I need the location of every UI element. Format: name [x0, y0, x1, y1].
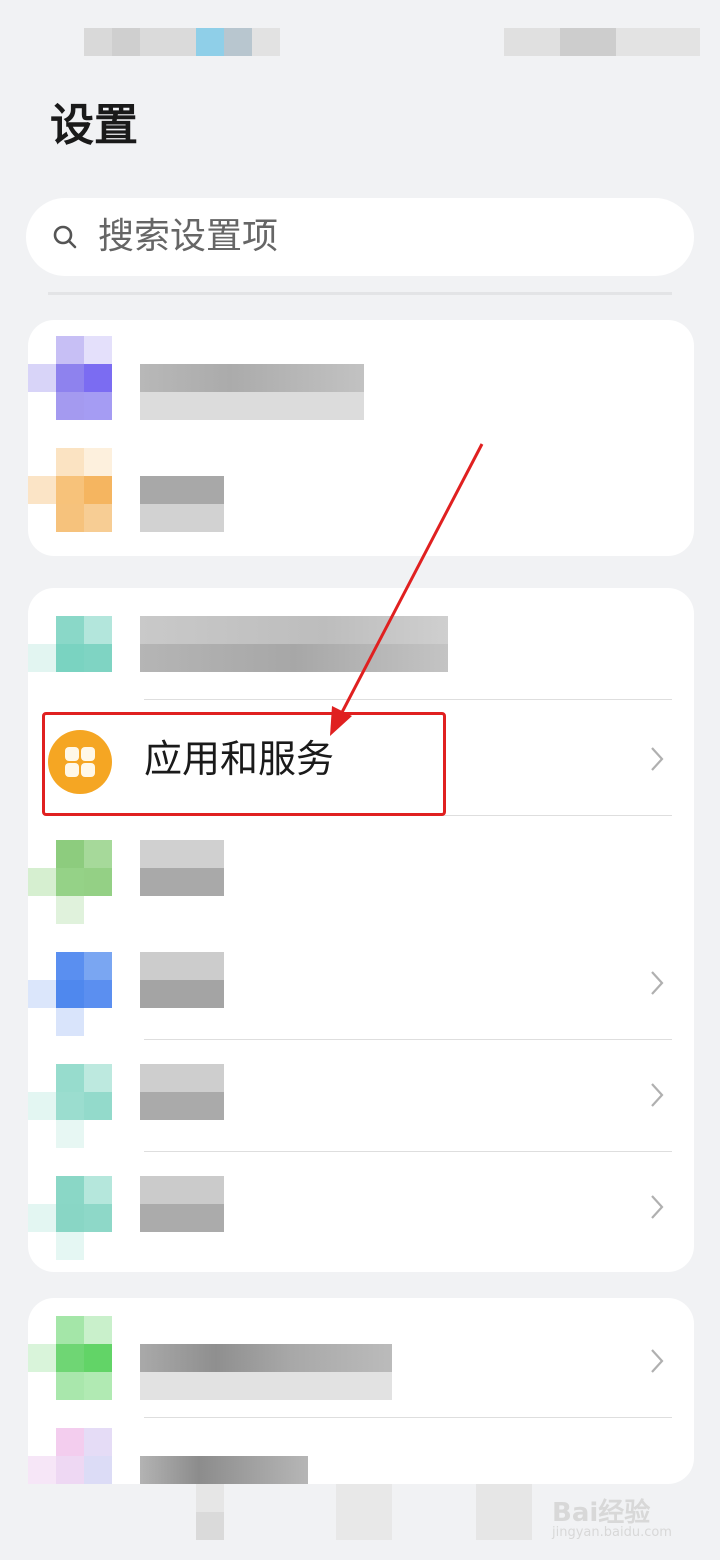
watermark: Bai经验 jingyan.baidu.com — [552, 1492, 672, 1540]
watermark-url: jingyan.baidu.com — [552, 1525, 672, 1540]
annotation-arrow — [330, 443, 484, 736]
watermark-brand: Bai经验 — [552, 1498, 651, 1528]
